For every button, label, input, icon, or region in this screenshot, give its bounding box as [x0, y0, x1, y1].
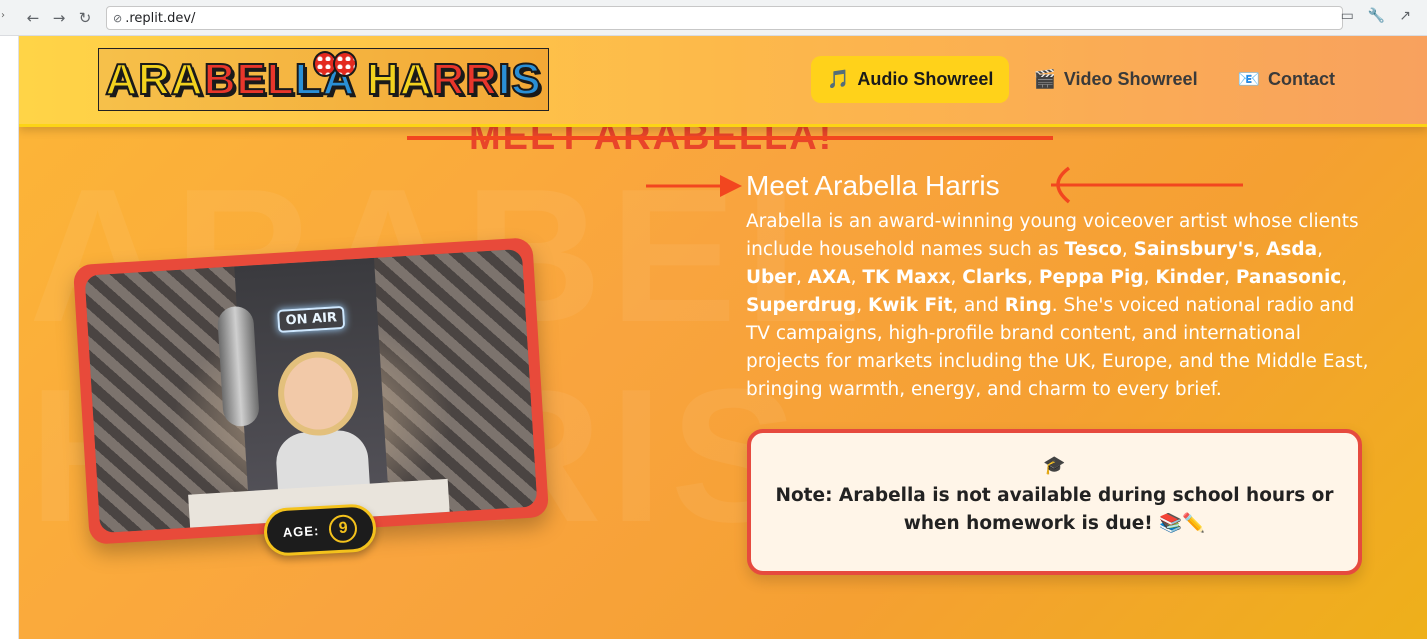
device-toggle-icon[interactable]: ▭ — [1341, 8, 1354, 24]
reload-icon[interactable]: ↻ — [72, 5, 98, 31]
client-name: Uber — [746, 267, 796, 288]
nav-contact[interactable]: 📧 Contact — [1222, 56, 1351, 103]
bio-paragraph: Arabella is an award-winning young voice… — [746, 211, 1369, 400]
client-name: Tesco — [1064, 239, 1122, 260]
on-air-sign: ON AIR — [276, 305, 346, 333]
strike-through-annotation — [407, 136, 1053, 140]
clapperboard-icon: 🎬 — [1033, 69, 1056, 89]
client-name: Kwik Fit — [867, 295, 953, 316]
nav-label: Video Showreel — [1063, 69, 1198, 89]
back-icon[interactable]: ← — [20, 5, 46, 31]
client-name: TK Maxx — [862, 267, 951, 288]
client-name: AXA — [807, 267, 851, 288]
panel-icon[interactable]: › — [1, 10, 5, 21]
browser-toolbar: ← → ↻ ⊘ .replit.dev/ ▭ 🔧 ↗ — [0, 0, 1427, 36]
envelope-icon: 📧 — [1237, 69, 1260, 89]
age-label: AGE: — [282, 522, 320, 540]
nav-label: Contact — [1268, 69, 1335, 89]
studio-photo: ON AIR — [84, 248, 538, 534]
right-arrow-annotation — [646, 175, 742, 197]
nav-audio-showreel[interactable]: 🎵 Audio Showreel — [811, 56, 1010, 103]
client-name: Ring — [1004, 295, 1052, 316]
page-title: Meet Arabella Harris — [746, 170, 1000, 201]
client-name: Kinder — [1155, 267, 1225, 288]
availability-note: 🎓 Note: Arabella is not available during… — [747, 429, 1362, 575]
left-arrow-annotation — [1051, 166, 1243, 204]
client-name: Asda — [1266, 239, 1318, 260]
bow-icon — [313, 49, 357, 77]
client-name: Sainsbury's — [1133, 239, 1255, 260]
site-header: ARABELLA HARRIS 🎵 Audio Showreel 🎬 Video Sh… — [19, 36, 1427, 127]
note-text: Note: Arabella is not available during s… — [775, 485, 1334, 534]
side-panel-edge: › — [0, 10, 19, 639]
site-logo[interactable]: ARABELLA HARRIS — [98, 48, 549, 111]
nav-label: Audio Showreel — [857, 69, 994, 89]
client-name: Peppa Pig — [1038, 267, 1144, 288]
address-bar[interactable]: ⊘ .replit.dev/ — [106, 6, 1343, 30]
photo-frame: ON AIR — [72, 237, 550, 545]
client-name: Panasonic — [1235, 267, 1342, 288]
wrench-icon[interactable]: 🔧 — [1368, 8, 1385, 24]
graduation-cap-icon: 🎓 — [1043, 455, 1066, 476]
open-new-tab-icon[interactable]: ↗ — [1399, 8, 1411, 24]
client-name: Superdrug — [746, 295, 857, 316]
client-name: Clarks — [962, 267, 1028, 288]
forward-icon[interactable]: → — [46, 5, 72, 31]
age-value: 9 — [328, 514, 358, 544]
music-note-icon: 🎵 — [827, 69, 850, 89]
page-viewport: ARABEL HARRIS ARABELLA HARRIS 🎵Audio Sho… — [19, 36, 1427, 639]
nav-video-showreel[interactable]: 🎬 Video Showreel — [1017, 56, 1213, 103]
url-text: .replit.dev/ — [125, 10, 196, 26]
site-info-icon[interactable]: ⊘ — [113, 12, 122, 25]
age-badge: AGE: 9 — [262, 503, 378, 557]
microphone-icon — [216, 305, 260, 428]
main-nav: 🎵 Audio Showreel 🎬 Video Showreel 📧 Contact — [811, 56, 1351, 103]
